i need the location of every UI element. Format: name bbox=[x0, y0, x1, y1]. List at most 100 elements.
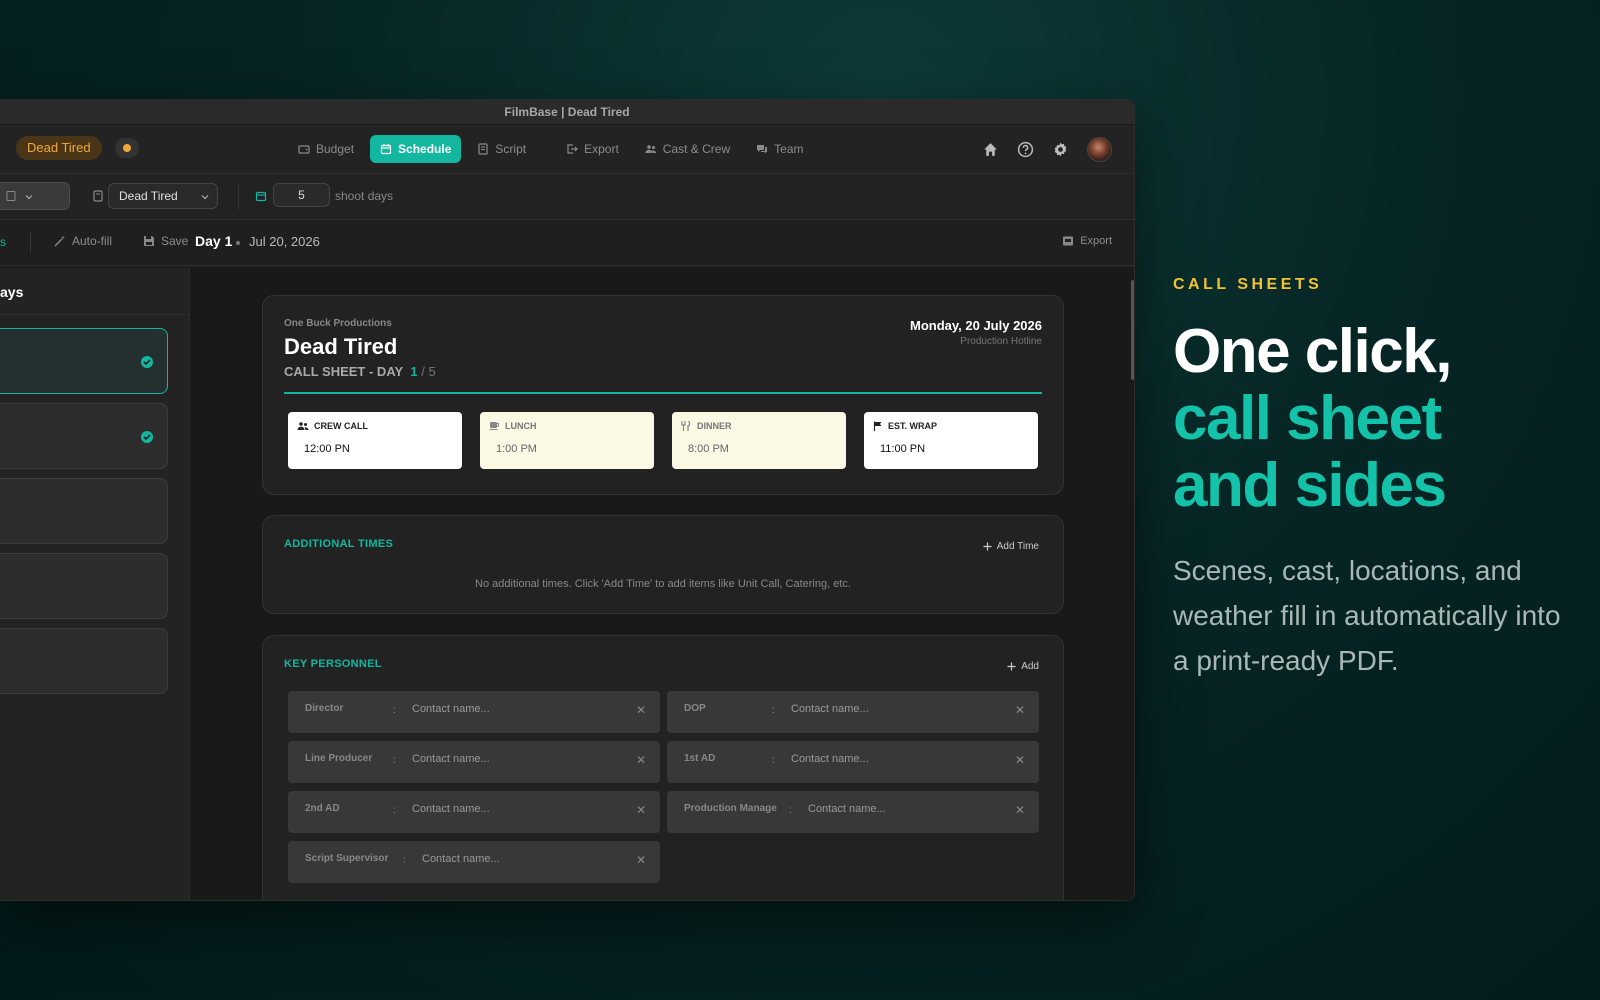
help-icon[interactable] bbox=[1017, 141, 1034, 158]
chat-icon bbox=[757, 145, 768, 154]
save-icon bbox=[144, 236, 154, 246]
time-label: EST. WRAP bbox=[888, 421, 938, 431]
check-circle-icon bbox=[141, 356, 153, 368]
pdf-icon bbox=[1063, 236, 1074, 246]
avatar[interactable] bbox=[1087, 137, 1112, 162]
scrollbar[interactable] bbox=[1131, 280, 1134, 380]
content-area: ays One Buck Productions Dead Tired CALL… bbox=[0, 268, 1134, 900]
coffee-icon bbox=[489, 422, 499, 430]
contact-name-input[interactable]: Contact name... bbox=[791, 703, 869, 715]
tab-label: Cast & Crew bbox=[662, 142, 731, 156]
close-icon[interactable]: ✕ bbox=[636, 703, 646, 717]
personnel-row-dop[interactable]: DOP : Contact name... ✕ bbox=[667, 691, 1039, 733]
day-date: Jul 20, 2026 bbox=[249, 234, 320, 249]
tab-schedule[interactable]: Schedule bbox=[370, 135, 462, 163]
autofill-label: Auto-fill bbox=[72, 234, 113, 248]
personnel-row-line-producer[interactable]: Line Producer : Contact name... ✕ bbox=[288, 741, 660, 783]
section-title: ADDITIONAL TIMES bbox=[284, 538, 394, 550]
key-personnel-card: KEY PERSONNEL Add Director : Contact nam… bbox=[262, 635, 1064, 900]
est-wrap-box[interactable]: EST. WRAP 11:00 PN bbox=[864, 412, 1038, 469]
close-icon[interactable]: ✕ bbox=[636, 853, 646, 867]
call-sheet-preview: One Buck Productions Dead Tired CALL SHE… bbox=[190, 268, 1134, 900]
personnel-row-1st-ad[interactable]: 1st AD : Contact name... ✕ bbox=[667, 741, 1039, 783]
close-icon[interactable]: ✕ bbox=[636, 753, 646, 767]
day-card-1[interactable] bbox=[0, 328, 168, 394]
contact-name-input[interactable]: Contact name... bbox=[412, 703, 490, 715]
close-icon[interactable]: ✕ bbox=[1015, 753, 1025, 767]
project-title: Dead Tired bbox=[284, 334, 398, 359]
personnel-row-director[interactable]: Director : Contact name... ✕ bbox=[288, 691, 660, 733]
contact-name-input[interactable]: Contact name... bbox=[412, 753, 490, 765]
day-card-3[interactable] bbox=[0, 478, 168, 544]
callsheet-toolbar: s Auto-fill Save Day 1 Jul 20, 2026 Expo… bbox=[0, 220, 1134, 266]
project-status-toggle[interactable] bbox=[115, 138, 139, 158]
add-label: Add bbox=[1021, 661, 1039, 672]
day-card-5[interactable] bbox=[0, 628, 168, 694]
close-icon[interactable]: ✕ bbox=[636, 803, 646, 817]
script-icon bbox=[6, 191, 16, 201]
add-time-button[interactable]: Add Time bbox=[983, 541, 1039, 552]
day-separator: / bbox=[421, 364, 425, 379]
tab-label: Export bbox=[584, 142, 619, 156]
production-company: One Buck Productions bbox=[284, 318, 392, 329]
tab-export[interactable]: Export bbox=[556, 135, 629, 163]
est-wrap-label-row: EST. WRAP bbox=[873, 421, 937, 431]
role-label: DOP bbox=[684, 703, 706, 714]
role-label: 2nd AD bbox=[305, 803, 340, 814]
dinner-box[interactable]: DINNER 8:00 PM bbox=[672, 412, 846, 469]
contact-name-input[interactable]: Contact name... bbox=[422, 853, 500, 865]
gear-icon[interactable] bbox=[1052, 141, 1069, 158]
separator-dot bbox=[236, 241, 240, 245]
day-card-4[interactable] bbox=[0, 553, 168, 619]
personnel-row-script-supervisor[interactable]: Script Supervisor : Contact name... ✕ bbox=[288, 841, 660, 883]
export-button[interactable]: Export bbox=[1062, 235, 1112, 247]
call-sheet-label: CALL SHEET - DAY bbox=[284, 364, 404, 379]
dinner-label-row: DINNER bbox=[681, 421, 732, 431]
tab-label: Budget bbox=[316, 142, 355, 156]
close-icon[interactable]: ✕ bbox=[1015, 703, 1025, 717]
tab-script[interactable]: Script bbox=[467, 135, 536, 163]
role-label: Script Supervisor bbox=[305, 853, 389, 864]
check-circle-icon bbox=[141, 431, 153, 443]
toolbar-partial-label[interactable]: s bbox=[0, 235, 6, 249]
crew-call-box[interactable]: CREW CALL 12:00 PN bbox=[288, 412, 462, 469]
shoot-days-input[interactable]: 5 bbox=[273, 183, 330, 207]
save-button[interactable]: Save bbox=[143, 234, 188, 248]
divider bbox=[284, 392, 1042, 394]
time-label: LUNCH bbox=[505, 421, 537, 431]
contact-name-input[interactable]: Contact name... bbox=[412, 803, 490, 815]
nav-icons bbox=[982, 137, 1112, 162]
project-badge[interactable]: Dead Tired bbox=[16, 136, 102, 160]
role-label: Director bbox=[305, 703, 344, 714]
close-icon[interactable]: ✕ bbox=[1015, 803, 1025, 817]
home-icon[interactable] bbox=[982, 141, 999, 158]
add-personnel-button[interactable]: Add bbox=[1007, 661, 1039, 672]
time-value: 12:00 PN bbox=[304, 443, 350, 455]
calendar-icon bbox=[380, 144, 392, 155]
colon: : bbox=[772, 705, 775, 716]
tab-cast-crew[interactable]: Cast & Crew bbox=[635, 135, 740, 163]
personnel-row-production-manager[interactable]: Production Manage : Contact name... ✕ bbox=[667, 791, 1039, 833]
empty-state-message: No additional times. Click 'Add Time' to… bbox=[475, 578, 851, 590]
main-tabs: Budget Schedule Script Export Cast & Cre… bbox=[288, 135, 813, 163]
divider bbox=[238, 184, 239, 210]
tab-team[interactable]: Team bbox=[746, 135, 813, 163]
eyebrow-label: CALL SHEETS bbox=[1173, 276, 1323, 293]
script-select[interactable]: Dead Tired bbox=[108, 183, 218, 209]
production-hotline-label: Production Hotline bbox=[960, 336, 1042, 347]
time-label: DINNER bbox=[697, 421, 732, 431]
chevron-down-icon bbox=[201, 195, 209, 200]
colon: : bbox=[393, 805, 396, 816]
tab-label: Team bbox=[774, 142, 804, 156]
view-select[interactable] bbox=[0, 182, 70, 210]
personnel-row-2nd-ad[interactable]: 2nd AD : Contact name... ✕ bbox=[288, 791, 660, 833]
day-card-2[interactable] bbox=[0, 403, 168, 469]
lunch-box[interactable]: LUNCH 1:00 PM bbox=[480, 412, 654, 469]
add-time-label: Add Time bbox=[996, 541, 1039, 552]
tab-budget[interactable]: Budget bbox=[288, 135, 364, 163]
contact-name-input[interactable]: Contact name... bbox=[791, 753, 869, 765]
magic-wand-icon bbox=[54, 235, 65, 247]
divider bbox=[30, 232, 31, 254]
contact-name-input[interactable]: Contact name... bbox=[808, 803, 886, 815]
autofill-button[interactable]: Auto-fill bbox=[54, 234, 112, 248]
